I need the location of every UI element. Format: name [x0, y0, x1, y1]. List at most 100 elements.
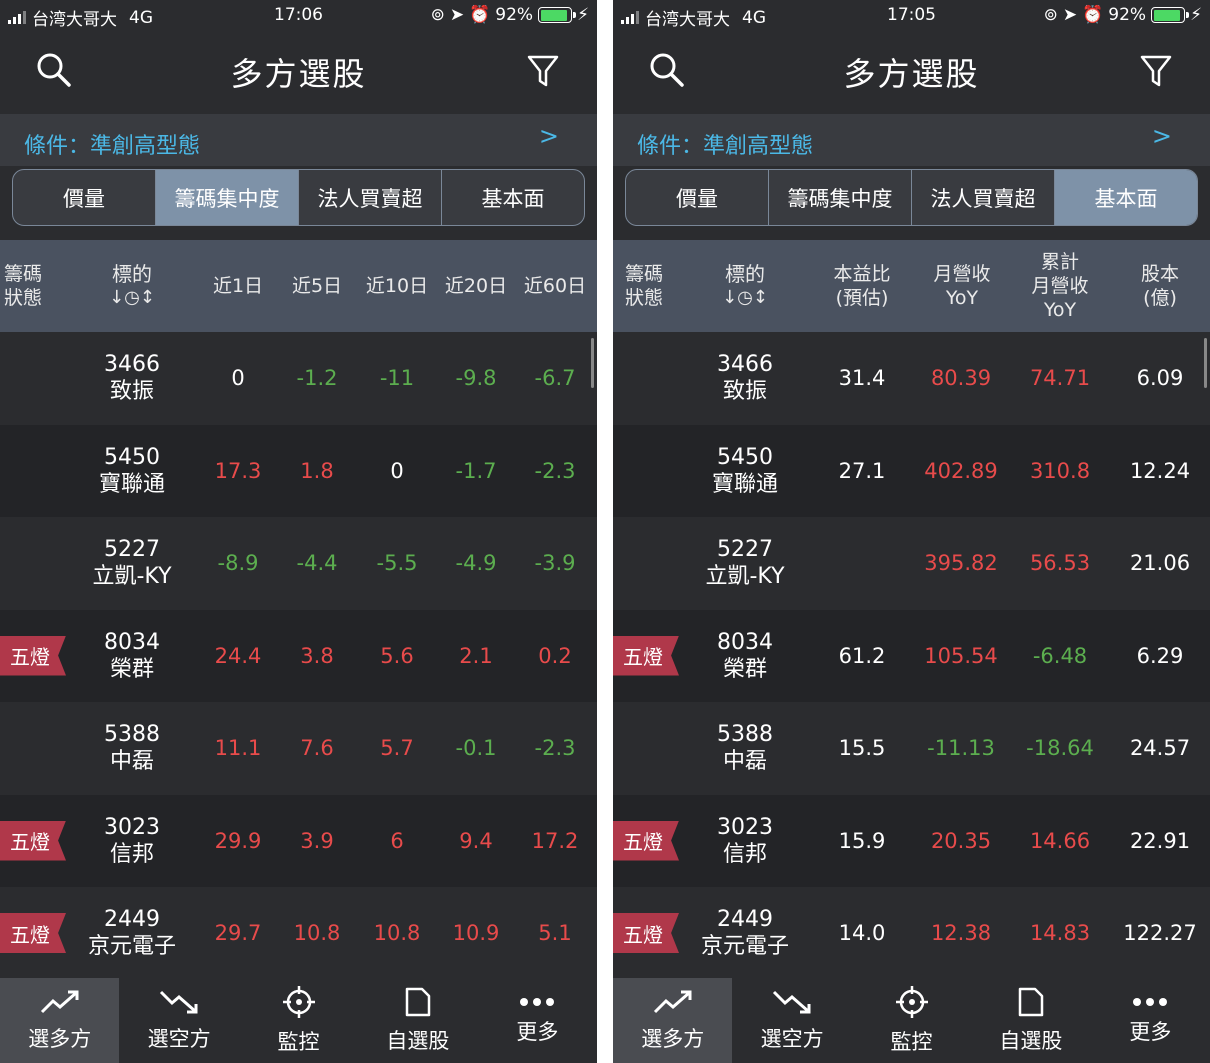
tab-more[interactable]: 更多 [1091, 978, 1210, 1063]
stock-symbol[interactable]: 3023 信邦 [695, 795, 795, 887]
stock-symbol[interactable]: 5450 寶聯通 [82, 425, 182, 517]
stock-name: 信邦 [109, 841, 154, 867]
sort-icon[interactable]: ↓◷↕ [109, 286, 155, 310]
table-row[interactable]: 五燈 8034 榮群 24.4 3.8 5.6 2.1 0.2 [0, 609, 597, 702]
segment-chip-concentration[interactable]: 籌碼集中度 [769, 170, 912, 225]
table-cell: -1.2 [296, 366, 338, 390]
segment-price-volume[interactable]: 價量 [626, 170, 769, 225]
stock-symbol[interactable]: 3466 致振 [695, 332, 795, 424]
stock-symbol[interactable]: 3466 致振 [82, 332, 182, 424]
trend-up-icon [653, 990, 692, 1013]
table-cell: 24.4 [214, 643, 262, 668]
segment-fundamentals[interactable]: 基本面 [442, 170, 584, 225]
table-cell: -11 [379, 366, 415, 390]
header-col-1[interactable]: 近1日 [200, 240, 276, 332]
table-row[interactable]: 5388 中磊 15.5 -11.13 -18.64 24.57 [613, 702, 1210, 794]
tab-monitor[interactable]: 監控 [852, 978, 971, 1063]
tab-long[interactable]: 選多方 [0, 978, 120, 1063]
segment-price-volume[interactable]: 價量 [13, 170, 156, 225]
stock-code: 5388 [104, 722, 160, 747]
stock-symbol[interactable]: 3023 信邦 [82, 795, 182, 887]
stock-symbol[interactable]: 2449 京元電子 [82, 887, 182, 978]
table-row[interactable]: 5227 立凱-KY 395.82 56.53 21.06 [613, 517, 1210, 609]
header-col-2[interactable]: 近5日 [279, 240, 355, 332]
table-cell: 6 [390, 828, 404, 853]
table-row[interactable]: 五燈 3023 信邦 15.9 20.35 14.66 22.91 [613, 794, 1210, 887]
segment-fundamentals[interactable]: 基本面 [1055, 170, 1197, 225]
table-cell: 11.1 [214, 736, 262, 760]
table-cell: 10.9 [452, 921, 500, 945]
table-row[interactable]: 五燈 2449 京元電子 29.7 10.8 10.8 10.9 5.1 [0, 887, 597, 978]
table-row[interactable]: 五燈 3023 信邦 29.9 3.9 6 9.4 17.2 [0, 794, 597, 887]
crosshair-icon [282, 985, 315, 1018]
stock-name: 立凱-KY [92, 564, 172, 589]
right-phone-screen: 台湾大哥大 4G 17:05 ⊚ ➤ ⏰ 92% ⚡ 多方選股 條件：準創高型態… [613, 0, 1210, 1063]
stock-code: 5227 [104, 537, 160, 562]
table-row[interactable]: 5227 立凱-KY -8.9 -4.4 -5.5 -4.9 -3.9 [0, 517, 597, 609]
table-row[interactable]: 5450 寶聯通 27.1 402.89 310.8 12.24 [613, 424, 1210, 517]
segment-institutional[interactable]: 法人買賣超 [299, 170, 442, 225]
status-badge: 五燈 [0, 635, 66, 676]
tab-watchlist[interactable]: 自選股 [971, 978, 1090, 1063]
segment-chip-concentration[interactable]: 籌碼集中度 [156, 170, 299, 225]
table-cell: -3.9 [534, 551, 576, 575]
table-cell: 17.3 [214, 458, 262, 483]
table-cell: 61.2 [838, 643, 886, 668]
header-col-4[interactable]: 近20日 [438, 240, 514, 332]
table-cell: -0.1 [455, 736, 497, 760]
table-cell: 10.8 [293, 921, 341, 945]
tab-watchlist[interactable]: 自選股 [358, 978, 477, 1063]
stock-code: 5227 [717, 537, 773, 562]
stock-symbol[interactable]: 8034 榮群 [82, 610, 182, 702]
scrollbar[interactable] [1204, 338, 1207, 388]
header-chip-status: 籌碼 狀態 [625, 263, 664, 309]
header-col-3[interactable]: 近10日 [358, 240, 436, 332]
table-row[interactable]: 3466 致振 31.4 80.39 74.71 6.09 [613, 332, 1210, 424]
table-row[interactable]: 五燈 2449 京元電子 14.0 12.38 14.83 122.27 [613, 887, 1210, 978]
condition-bar[interactable]: 條件：準創高型態 > [613, 114, 1210, 166]
stock-symbol[interactable]: 2449 京元電子 [695, 887, 795, 978]
alarm-icon: ⏰ [1082, 5, 1104, 25]
header-symbol[interactable]: 標的 ↓◷↕ [86, 240, 178, 332]
table-row[interactable]: 3466 致振 0 -1.2 -11 -9.8 -6.7 [0, 332, 597, 424]
stock-symbol[interactable]: 5450 寶聯通 [695, 425, 795, 517]
header-symbol[interactable]: 標的 ↓◷↕ [699, 240, 791, 332]
filter-icon[interactable] [1140, 54, 1172, 92]
stock-symbol[interactable]: 5388 中磊 [82, 702, 182, 794]
table-row[interactable]: 5450 寶聯通 17.3 1.8 0 -1.7 -2.3 [0, 424, 597, 517]
header-capital[interactable]: 股本 (億) [1115, 240, 1205, 332]
tab-long[interactable]: 選多方 [613, 978, 733, 1063]
table-cell: 14.83 [1029, 921, 1091, 945]
table-cell: 21.06 [1129, 551, 1191, 575]
search-icon[interactable] [649, 52, 685, 92]
segment-institutional[interactable]: 法人買賣超 [912, 170, 1055, 225]
page-title: 多方選股 [843, 55, 980, 93]
table-row[interactable]: 5388 中磊 11.1 7.6 5.7 -0.1 -2.3 [0, 702, 597, 794]
header-col-5[interactable]: 近60日 [517, 240, 593, 332]
table-cell: 22.91 [1129, 828, 1191, 853]
search-icon[interactable] [36, 52, 72, 92]
chevron-right-icon[interactable]: > [1152, 122, 1172, 150]
sort-icon[interactable]: ↓◷↕ [722, 286, 768, 310]
table-cell: 14.66 [1029, 828, 1091, 853]
header-cum-rev-yoy[interactable]: 累計 月營收 YoY [1015, 240, 1105, 332]
stock-symbol[interactable]: 8034 榮群 [695, 610, 795, 702]
header-pe[interactable]: 本益比 (預估) [817, 240, 907, 332]
header-monthly-rev-yoy[interactable]: 月營收 YoY [917, 240, 1007, 332]
stock-symbol[interactable]: 5227 立凱-KY [695, 517, 795, 609]
battery-percent: 92% [1108, 5, 1147, 25]
stock-symbol[interactable]: 5227 立凱-KY [82, 517, 182, 609]
tab-more[interactable]: 更多 [478, 978, 597, 1063]
stock-list: 3466 致振 0 -1.2 -11 -9.8 -6.7 5450 寶聯通 17.3 1.8 0 -1.… [0, 332, 597, 978]
table-row[interactable]: 五燈 8034 榮群 61.2 105.54 -6.48 6.29 [613, 609, 1210, 702]
scrollbar[interactable] [591, 338, 594, 388]
charging-icon: ⚡ [577, 5, 589, 25]
chevron-right-icon[interactable]: > [539, 122, 559, 150]
tab-short[interactable]: 選空方 [119, 978, 238, 1063]
stock-symbol[interactable]: 5388 中磊 [695, 702, 795, 794]
tab-monitor[interactable]: 監控 [239, 978, 358, 1063]
condition-bar[interactable]: 條件：準創高型態 > [0, 114, 597, 166]
table-cell: 12.24 [1129, 458, 1191, 483]
filter-icon[interactable] [527, 54, 559, 92]
tab-short[interactable]: 選空方 [732, 978, 851, 1063]
